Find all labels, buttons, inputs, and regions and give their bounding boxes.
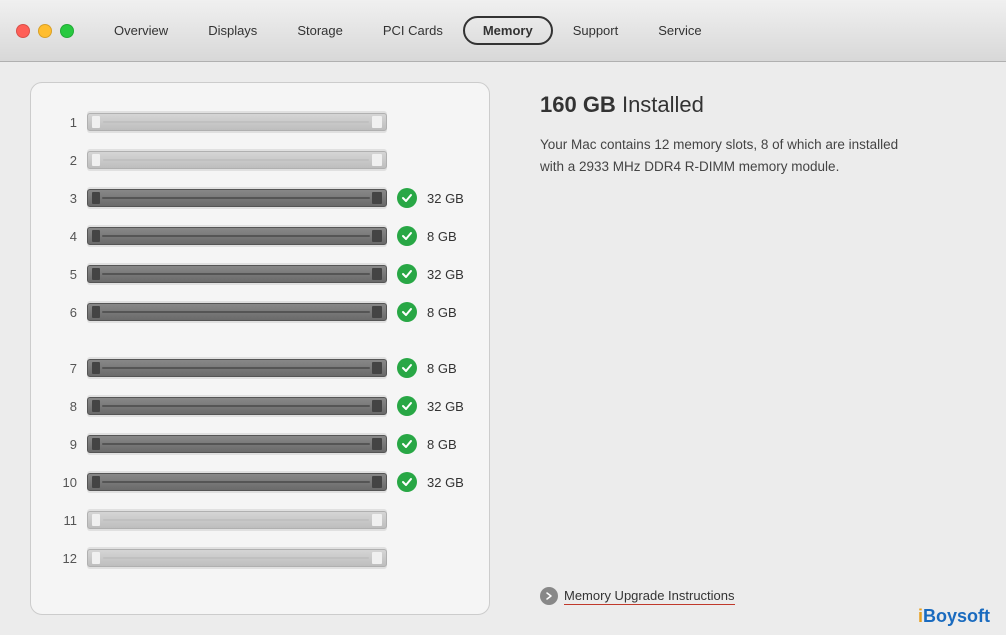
slot-bar-5 [87, 263, 387, 285]
tab-storage[interactable]: Storage [277, 17, 363, 44]
slot-visual-filled [87, 359, 387, 377]
slot-row: 1 [55, 103, 469, 141]
slot-bar-11 [87, 509, 387, 531]
slot-bar-2 [87, 149, 387, 171]
slot-size-7: 8 GB [427, 361, 469, 376]
slot-visual-empty [87, 549, 387, 567]
main-content: 1 2 [0, 62, 1006, 635]
slot-bar-9 [87, 433, 387, 455]
slot-size-6: 8 GB [427, 305, 469, 320]
memory-description: Your Mac contains 12 memory slots, 8 of … [540, 134, 900, 177]
slot-check-6 [397, 302, 417, 322]
slot-bar-6 [87, 301, 387, 323]
tab-displays[interactable]: Displays [188, 17, 277, 44]
slot-check-5 [397, 264, 417, 284]
slot-check-3 [397, 188, 417, 208]
slot-size-4: 8 GB [427, 229, 469, 244]
content-wrapper: 1 2 [0, 62, 1006, 635]
slot-visual-empty [87, 511, 387, 529]
slot-row: 6 8 GB [55, 293, 469, 331]
slot-row: 8 32 GB [55, 387, 469, 425]
tab-bar: Overview Displays Storage PCI Cards Memo… [94, 16, 722, 45]
tab-support[interactable]: Support [553, 17, 639, 44]
slot-bar-3 [87, 187, 387, 209]
slot-visual-filled [87, 435, 387, 453]
tab-overview[interactable]: Overview [94, 17, 188, 44]
slot-bar-8 [87, 395, 387, 417]
slot-number-10: 10 [55, 475, 77, 490]
iboysoft-watermark: iBoysoft [918, 606, 990, 627]
slot-check-9 [397, 434, 417, 454]
slot-number-6: 6 [55, 305, 77, 320]
slot-bar-10 [87, 471, 387, 493]
minimize-button[interactable] [38, 24, 52, 38]
slot-number-5: 5 [55, 267, 77, 282]
slot-row: 11 [55, 501, 469, 539]
slot-row: 10 32 GB [55, 463, 469, 501]
slot-number-2: 2 [55, 153, 77, 168]
slot-visual-empty [87, 151, 387, 169]
slot-size-5: 32 GB [427, 267, 469, 282]
slot-number-1: 1 [55, 115, 77, 130]
slot-number-7: 7 [55, 361, 77, 376]
slot-visual-filled [87, 189, 387, 207]
slot-number-3: 3 [55, 191, 77, 206]
watermark-boysoft: Boysoft [923, 606, 990, 626]
slot-check-7 [397, 358, 417, 378]
slot-visual-filled [87, 303, 387, 321]
slot-number-12: 12 [55, 551, 77, 566]
upgrade-link-text[interactable]: Memory Upgrade Instructions [564, 588, 735, 605]
memory-amount: 160 GB [540, 92, 616, 117]
slot-size-9: 8 GB [427, 437, 469, 452]
maximize-button[interactable] [60, 24, 74, 38]
slot-visual-filled [87, 227, 387, 245]
slot-size-10: 32 GB [427, 475, 469, 490]
memory-installed-title: 160 GB Installed [540, 92, 966, 118]
installed-label: Installed [622, 92, 704, 117]
slot-row: 4 8 GB [55, 217, 469, 255]
slot-row: 3 32 GB [55, 179, 469, 217]
tab-memory[interactable]: Memory [463, 16, 553, 45]
slot-row: 2 [55, 141, 469, 179]
slot-visual-filled [87, 265, 387, 283]
slot-visual-empty [87, 113, 387, 131]
slot-bar-7 [87, 357, 387, 379]
slot-row: 12 [55, 539, 469, 577]
upgrade-link[interactable]: Memory Upgrade Instructions [540, 587, 966, 605]
slot-bar-1 [87, 111, 387, 133]
title-bar: Overview Displays Storage PCI Cards Memo… [0, 0, 1006, 62]
slot-bar-4 [87, 225, 387, 247]
close-button[interactable] [16, 24, 30, 38]
slot-visual-filled [87, 397, 387, 415]
slot-check-4 [397, 226, 417, 246]
tab-service[interactable]: Service [638, 17, 721, 44]
slot-check-10 [397, 472, 417, 492]
slot-size-3: 32 GB [427, 191, 469, 206]
slot-visual-filled [87, 473, 387, 491]
slot-row: 5 32 GB [55, 255, 469, 293]
slot-size-8: 32 GB [427, 399, 469, 414]
traffic-lights [16, 24, 74, 38]
slot-number-11: 11 [55, 513, 77, 528]
arrow-right-icon [540, 587, 558, 605]
slot-check-8 [397, 396, 417, 416]
slot-number-8: 8 [55, 399, 77, 414]
slots-panel: 1 2 [30, 82, 490, 615]
slot-row: 9 8 GB [55, 425, 469, 463]
slot-row: 7 8 GB [55, 349, 469, 387]
slot-bar-12 [87, 547, 387, 569]
slot-number-9: 9 [55, 437, 77, 452]
info-panel: 160 GB Installed Your Mac contains 12 me… [520, 82, 976, 615]
slot-number-4: 4 [55, 229, 77, 244]
tab-pci-cards[interactable]: PCI Cards [363, 17, 463, 44]
